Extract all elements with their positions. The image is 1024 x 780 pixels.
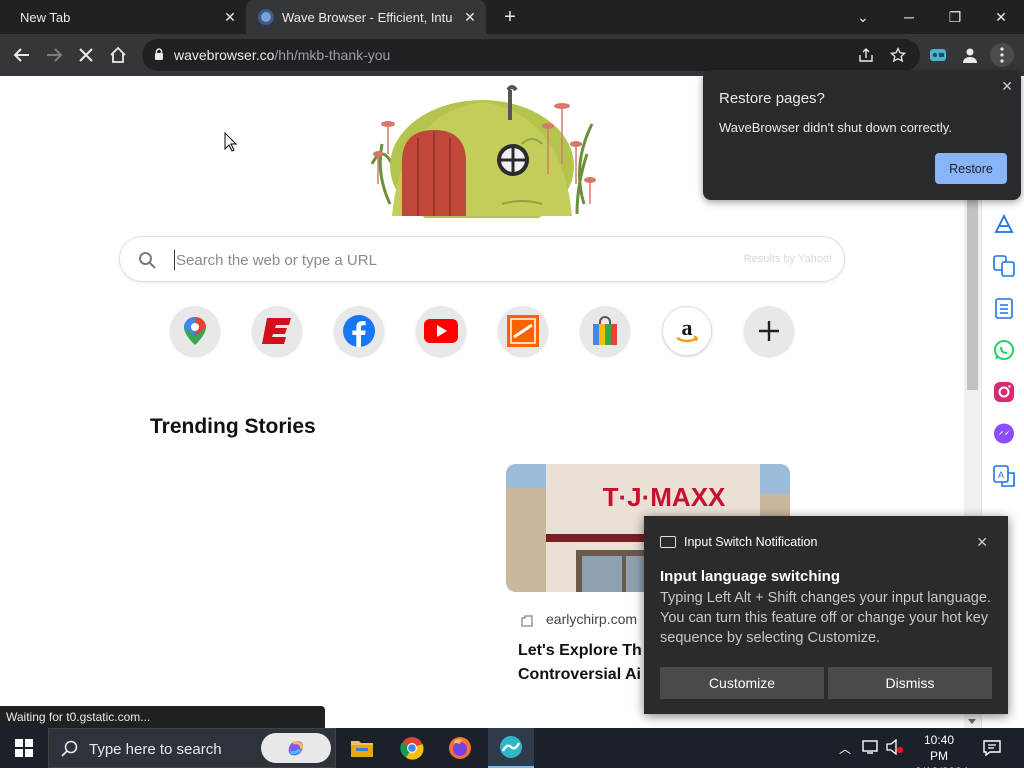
search-icon bbox=[61, 740, 78, 757]
tab-close-icon[interactable]: ✕ bbox=[462, 9, 478, 25]
firefox-icon[interactable] bbox=[444, 732, 476, 764]
url-path: /hh/mkb-thank-you bbox=[274, 47, 391, 63]
restore-pages-popup: Restore pages? ✕ WaveBrowser didn't shut… bbox=[703, 70, 1021, 200]
scroll-down-arrow-icon[interactable] bbox=[968, 719, 976, 724]
clock-date: 2/12/2024 bbox=[915, 765, 969, 779]
dismiss-button[interactable]: Dismiss bbox=[828, 667, 992, 699]
lock-icon[interactable] bbox=[154, 48, 164, 60]
tab-title: New Tab bbox=[20, 9, 71, 25]
share-icon[interactable] bbox=[854, 43, 878, 67]
status-bar: Waiting for t0.gstatic.com... bbox=[0, 706, 325, 728]
search-icon bbox=[139, 252, 156, 269]
notification-app-name: Input Switch Notification bbox=[684, 535, 818, 549]
close-icon[interactable]: ✕ bbox=[1001, 78, 1013, 95]
network-icon[interactable] bbox=[862, 739, 880, 760]
sidebar-messenger-icon[interactable] bbox=[992, 422, 1016, 446]
quick-link-amazon[interactable]: a bbox=[662, 306, 712, 356]
scroll-thumb[interactable] bbox=[967, 176, 978, 390]
taskbar-search-box[interactable]: Type here to search bbox=[48, 728, 336, 768]
extension-icon[interactable] bbox=[926, 43, 950, 67]
search-bar[interactable]: Results by Yahoo! bbox=[119, 236, 845, 282]
title-bar: New Tab ✕ Wave Browser - Efficient, Intu… bbox=[0, 0, 1024, 34]
tab-new-tab[interactable]: New Tab ✕ bbox=[0, 0, 246, 34]
system-clock[interactable]: 10:40 PM 2/12/2024 bbox=[915, 732, 969, 780]
restore-window-icon[interactable]: ❐ bbox=[932, 0, 978, 34]
story-source[interactable]: earlychirp.com bbox=[546, 611, 637, 627]
notification-center-icon[interactable] bbox=[982, 738, 1002, 763]
restore-button[interactable]: Restore bbox=[935, 153, 1007, 184]
results-by-yahoo: Results by Yahoo! bbox=[743, 253, 832, 265]
url-text[interactable]: wavebrowser.co/hh/mkb-thank-you bbox=[174, 47, 390, 63]
minimize-icon[interactable]: ─ bbox=[886, 0, 932, 34]
restore-message: WaveBrowser didn't shut down correctly. bbox=[719, 120, 952, 135]
sidebar-language-icon[interactable]: A bbox=[992, 464, 1016, 488]
file-explorer-icon[interactable] bbox=[346, 732, 378, 764]
sidebar-instagram-icon[interactable] bbox=[992, 380, 1016, 404]
address-bar[interactable]: wavebrowser.co/hh/mkb-thank-you bbox=[142, 39, 920, 71]
close-window-icon[interactable]: ✕ bbox=[978, 0, 1024, 34]
source-favicon-icon bbox=[521, 615, 533, 627]
story-title[interactable]: Let's Explore Th Controversial Ai bbox=[518, 639, 648, 687]
menu-kebab-icon[interactable] bbox=[990, 43, 1014, 67]
facebook-icon bbox=[343, 315, 375, 347]
taskbar: Type here to search ︿ 10:40 PM 2/12/2024 bbox=[0, 728, 1024, 779]
espn-icon bbox=[262, 318, 291, 344]
volume-muted-icon[interactable] bbox=[886, 738, 904, 760]
clock-time: 10:40 PM bbox=[923, 733, 955, 763]
restore-title: Restore pages? bbox=[719, 90, 825, 107]
copilot-icon[interactable] bbox=[261, 733, 331, 763]
quick-link-shopping[interactable] bbox=[580, 306, 630, 356]
quick-link-add[interactable] bbox=[744, 306, 794, 356]
windows-start-icon[interactable] bbox=[0, 728, 48, 768]
amazon-icon: a bbox=[676, 316, 699, 343]
back-arrow-icon[interactable] bbox=[10, 43, 34, 67]
tab-close-icon[interactable]: ✕ bbox=[222, 9, 238, 25]
notification-body: Typing Left Alt + Shift changes your inp… bbox=[660, 590, 991, 646]
shopping-bag-icon bbox=[593, 316, 617, 345]
svg-text:a: a bbox=[682, 316, 693, 340]
profile-icon[interactable] bbox=[958, 43, 982, 67]
tab-search-chevron-icon[interactable]: ⌄ bbox=[840, 0, 886, 34]
notification-title: Input language switching bbox=[660, 568, 840, 585]
quick-link-facebook[interactable] bbox=[334, 306, 384, 356]
home-icon[interactable] bbox=[106, 43, 130, 67]
map-pin-icon bbox=[184, 317, 206, 345]
hobbit-house-illustration bbox=[370, 85, 596, 218]
youtube-icon bbox=[424, 319, 458, 343]
sidebar-whatsapp-icon[interactable] bbox=[992, 338, 1016, 362]
new-tab-plus-icon[interactable]: + bbox=[500, 7, 520, 27]
home-depot-icon bbox=[507, 315, 539, 347]
text-caret bbox=[174, 250, 175, 270]
sidebar-extension-icon[interactable] bbox=[992, 212, 1016, 236]
tab-wave-browser[interactable]: Wave Browser - Efficient, Intuitive ✕ bbox=[246, 0, 486, 34]
mouse-cursor-icon bbox=[224, 132, 238, 152]
quick-link-youtube[interactable] bbox=[416, 306, 466, 356]
svg-text:A: A bbox=[998, 470, 1004, 480]
sidebar-translate-icon[interactable] bbox=[992, 254, 1016, 278]
url-host: wavebrowser.co bbox=[174, 47, 275, 63]
quick-link-espn[interactable] bbox=[252, 306, 302, 356]
quick-link-home-depot[interactable] bbox=[498, 306, 548, 356]
sidebar-notes-icon[interactable] bbox=[992, 296, 1016, 320]
close-icon[interactable]: ✕ bbox=[976, 534, 988, 551]
forward-arrow-icon[interactable] bbox=[42, 43, 66, 67]
trending-heading: Trending Stories bbox=[150, 415, 316, 438]
taskbar-search-placeholder: Type here to search bbox=[89, 741, 222, 758]
stop-loading-icon[interactable] bbox=[74, 43, 98, 67]
keyboard-icon bbox=[660, 536, 676, 548]
chrome-icon[interactable] bbox=[396, 732, 428, 764]
wave-browser-taskbar-icon[interactable] bbox=[488, 728, 534, 768]
story-image-text: T·J·MAXX bbox=[603, 482, 726, 512]
input-switch-notification: Input Switch Notification ✕ Input langua… bbox=[644, 516, 1008, 714]
bookmark-star-icon[interactable] bbox=[886, 43, 910, 67]
search-input[interactable] bbox=[174, 249, 694, 271]
quick-link-google-maps[interactable] bbox=[170, 306, 220, 356]
show-hidden-icons-chevron-icon[interactable]: ︿ bbox=[839, 740, 851, 757]
tab-title: Wave Browser - Efficient, Intuitive bbox=[282, 9, 452, 25]
customize-button[interactable]: Customize bbox=[660, 667, 824, 699]
wave-favicon-icon bbox=[258, 9, 274, 25]
plus-icon bbox=[759, 321, 779, 341]
